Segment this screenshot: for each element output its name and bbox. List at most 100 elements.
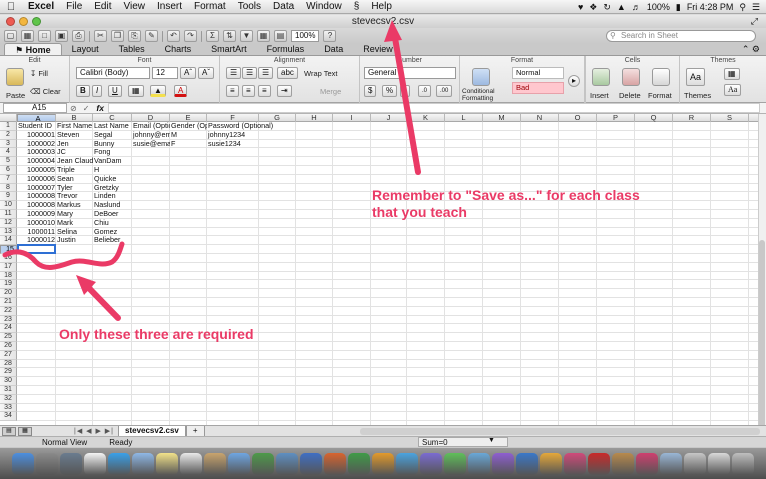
cell-b10[interactable]: Markus [56, 201, 93, 210]
align-right-icon[interactable]: ≡ [258, 85, 271, 97]
battery-icon[interactable]: ▮ [676, 0, 681, 14]
save-icon[interactable]: ▣ [55, 30, 68, 42]
row-header-30[interactable]: 30 [0, 377, 17, 386]
format-painter-icon[interactable]: ✎ [145, 30, 158, 42]
align-bottom-icon[interactable]: ☰ [258, 67, 274, 79]
applications-icon[interactable] [708, 453, 730, 475]
row-header-2[interactable]: 2 [0, 130, 17, 140]
tab-review[interactable]: Review [353, 43, 403, 55]
notification-list-icon[interactable]: ☰ [752, 0, 760, 14]
row-header-9[interactable]: 9 [0, 192, 17, 202]
cell-b6[interactable]: Triple [56, 166, 93, 175]
row-header-17[interactable]: 17 [0, 262, 17, 272]
row-header-4[interactable]: 4 [0, 148, 17, 158]
search-in-sheet-input[interactable]: ⚲ Search in Sheet [606, 30, 756, 42]
script-menu-icon[interactable]: § [348, 0, 366, 14]
row-header-33[interactable]: 33 [0, 403, 17, 413]
align-left-icon[interactable]: ≡ [226, 85, 239, 97]
gamecenter-icon[interactable] [564, 453, 586, 475]
paste-icon[interactable] [6, 68, 24, 86]
row-header-11[interactable]: 11 [0, 210, 17, 219]
spreadsheet-grid[interactable]: ABCDEFGHIJKLMNOPQRS 1 2 3 4 5 6 7 8 9 10 11 12 13 14 1… [0, 114, 766, 425]
name-box[interactable]: A15 [3, 103, 67, 113]
cell-b8[interactable]: Tyler [56, 184, 93, 193]
row-header-13[interactable]: 13 [0, 227, 17, 237]
cell-c14[interactable]: Belieber [93, 236, 132, 245]
help-icon[interactable]: ? [323, 30, 337, 42]
photo-icon[interactable] [60, 453, 82, 475]
row-header-10[interactable]: 10 [0, 201, 17, 210]
autosum-icon[interactable]: Σ [206, 30, 219, 42]
add-sheet-button[interactable]: + [185, 425, 205, 437]
column-header-r[interactable]: R [673, 114, 711, 122]
cell-a4[interactable]: 1000003 [17, 148, 56, 157]
theme-colors-icon[interactable]: ▦ [724, 68, 740, 80]
trash-icon[interactable] [732, 453, 754, 475]
font-name-select[interactable]: Calibri (Body) [76, 67, 150, 79]
gallery-icon[interactable]: ▦ [257, 30, 270, 42]
cell-c9[interactable]: Linden [93, 192, 132, 201]
cell-e3[interactable]: F [170, 140, 207, 149]
itunes-icon[interactable] [228, 453, 250, 475]
confirm-entry-icon[interactable]: ✓ [80, 104, 93, 113]
cell-a7[interactable]: 1000006 [17, 175, 56, 184]
menu-help[interactable]: Help [365, 0, 398, 14]
menu-insert[interactable]: Insert [151, 0, 188, 14]
number-format-select[interactable]: General [364, 67, 456, 79]
column-header-s[interactable]: S [711, 114, 749, 122]
tab-tables[interactable]: Tables [109, 43, 155, 55]
column-header-p[interactable]: P [597, 114, 635, 122]
cell-b11[interactable]: Mary [56, 210, 93, 219]
sheet-tab-stevecsv2[interactable]: stevecsv2.csv [118, 425, 186, 437]
cell-a3[interactable]: 1000002 [17, 140, 56, 149]
cell-c6[interactable]: H [93, 166, 132, 175]
cell-c4[interactable]: Fong [93, 148, 132, 157]
cell-f1[interactable]: Password (Optional) [207, 122, 277, 131]
photobooth-icon[interactable] [636, 453, 658, 475]
powerpoint-icon[interactable] [324, 453, 346, 475]
cell-f3[interactable]: susie1234 [207, 140, 277, 149]
style-bad[interactable]: Bad [512, 82, 564, 94]
row-header-31[interactable]: 31 [0, 386, 17, 395]
toolbox-icon[interactable]: ▤ [274, 30, 287, 42]
menu-edit[interactable]: Edit [88, 0, 117, 14]
cell-b12[interactable]: Mark [56, 219, 93, 228]
cell-a1[interactable]: Student ID [17, 122, 56, 131]
menu-file[interactable]: File [60, 0, 88, 14]
column-header-i[interactable]: I [333, 114, 371, 122]
cell-b3[interactable]: Jen [56, 140, 93, 149]
column-header-o[interactable]: O [559, 114, 597, 122]
row-header-23[interactable]: 23 [0, 315, 17, 325]
tab-data[interactable]: Data [314, 43, 353, 55]
column-header-h[interactable]: H [296, 114, 333, 122]
column-header-k[interactable]: K [407, 114, 445, 122]
delete-button[interactable]: Delete [619, 91, 641, 100]
row-header-25[interactable]: 25 [0, 333, 17, 342]
paste-icon[interactable]: ⎘ [128, 30, 141, 42]
cell-a5[interactable]: 1000004 [17, 157, 56, 166]
column-header-l[interactable]: L [445, 114, 483, 122]
row-header-15[interactable]: 15 [0, 245, 17, 254]
finder2-icon[interactable] [420, 453, 442, 475]
column-header-g[interactable]: G [259, 114, 296, 122]
tab-formulas[interactable]: Formulas [257, 43, 315, 55]
font-color-icon[interactable]: A [174, 85, 188, 97]
finder-icon[interactable] [12, 453, 34, 475]
italic-button[interactable]: I [92, 85, 103, 97]
cell-d3[interactable]: susie@email [132, 140, 170, 149]
system-prefs-icon[interactable] [36, 453, 58, 475]
games-icon[interactable] [492, 453, 514, 475]
cell-c5[interactable]: VanDam [93, 157, 132, 166]
row-header-14[interactable]: 14 [0, 236, 17, 246]
chess-icon[interactable] [612, 453, 634, 475]
currency-icon[interactable]: $ [364, 85, 377, 97]
cell-a8[interactable]: 1000007 [17, 184, 56, 193]
paste-label[interactable]: Paste [6, 91, 25, 100]
tab-smartart[interactable]: SmartArt [201, 43, 257, 55]
menu-tools[interactable]: Tools [232, 0, 267, 14]
increase-font-icon[interactable]: Aˆ [180, 67, 196, 79]
styles-more-icon[interactable]: ▸ [568, 75, 581, 87]
horizontal-scrollbar[interactable] [360, 428, 760, 435]
new-workbook-icon[interactable]: ▢ [4, 30, 17, 42]
cell-a10[interactable]: 1000008 [17, 201, 56, 210]
